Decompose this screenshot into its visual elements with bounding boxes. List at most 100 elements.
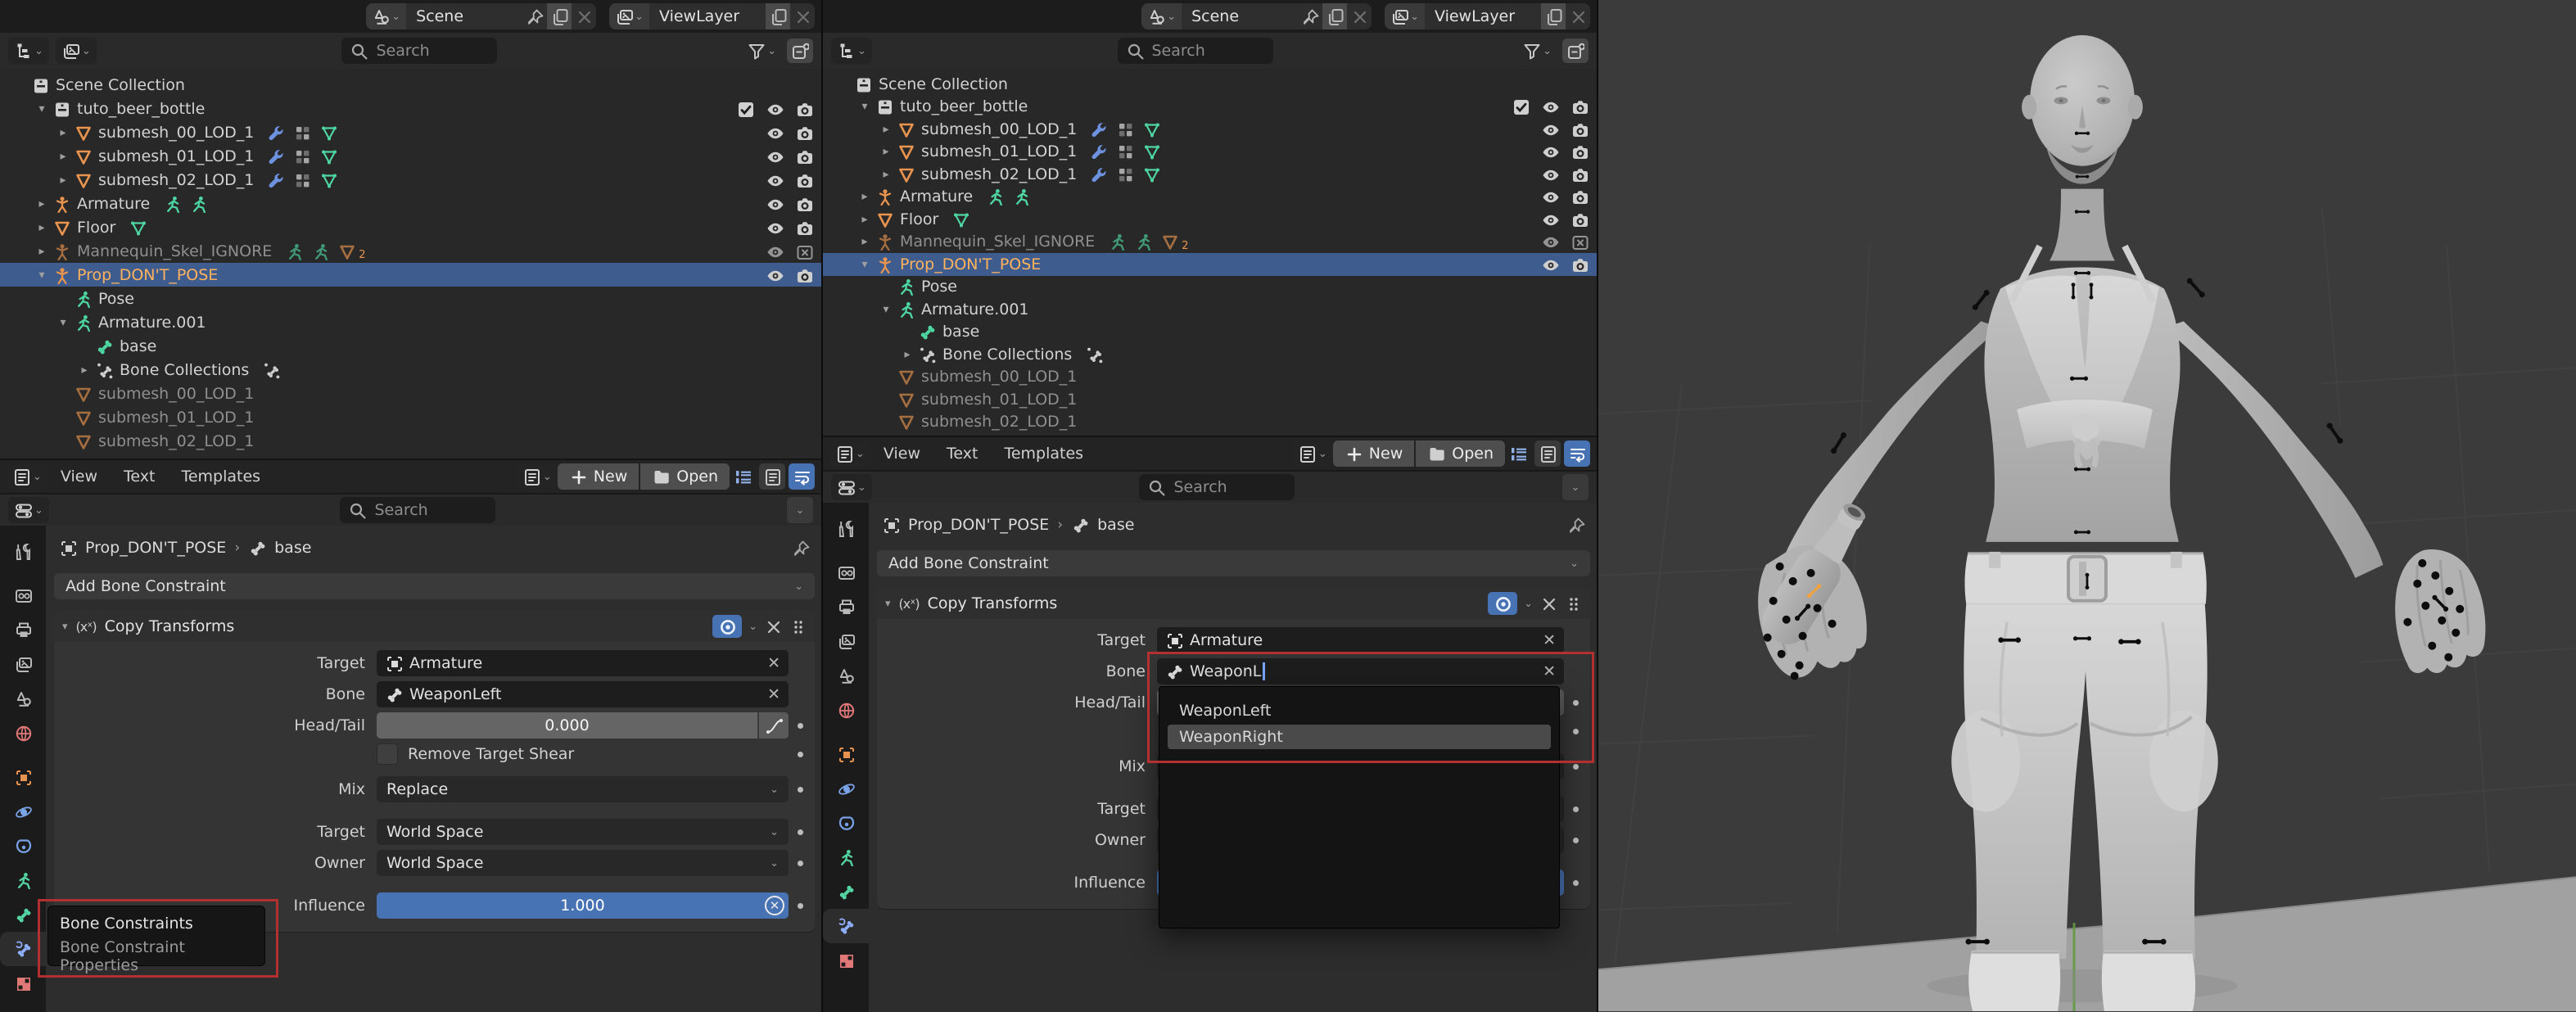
editor-type-outliner-button[interactable]: ⌄ xyxy=(831,38,872,64)
expander-icon[interactable]: ▸ xyxy=(875,145,897,158)
render-visibility-icon[interactable] xyxy=(795,266,813,284)
outliner-row-bone-collections[interactable]: ▸Bone Collections xyxy=(0,358,821,382)
hide-viewport-icon[interactable] xyxy=(766,147,784,165)
expander-icon[interactable]: ▸ xyxy=(31,197,52,210)
expander-icon[interactable]: ▸ xyxy=(875,123,897,136)
tab-render[interactable] xyxy=(823,555,869,590)
pin-icon[interactable] xyxy=(1298,3,1322,29)
pin-icon[interactable] xyxy=(522,3,547,29)
editor-type-properties-button[interactable]: ⌄ xyxy=(8,497,49,523)
viewlayer-selector[interactable]: ⌄ ViewLayer xyxy=(1385,3,1590,29)
breadcrumb-object[interactable]: Prop_DON'T_POSE xyxy=(85,539,226,557)
target-field[interactable]: Armature✕ xyxy=(1157,627,1564,653)
bone-field[interactable]: WeaponLeft✕ xyxy=(377,681,789,707)
animate-dot[interactable] xyxy=(1573,880,1579,886)
drag-handle-icon[interactable] xyxy=(1564,594,1582,612)
outliner-search[interactable] xyxy=(1118,38,1273,64)
outliner-filter-button[interactable]: ⌄ xyxy=(743,38,780,63)
animate-dot[interactable] xyxy=(1573,729,1579,734)
animate-dot[interactable] xyxy=(1573,700,1579,706)
outliner-row-submesh-00-lod-1[interactable]: ▸submesh_00_LOD_1 xyxy=(823,118,1597,141)
menu-view[interactable]: View xyxy=(870,445,933,463)
hide-viewport-icon[interactable] xyxy=(1541,120,1559,138)
unlink-scene-button[interactable] xyxy=(572,3,596,29)
clear-target-icon[interactable]: ✕ xyxy=(1534,631,1564,649)
breadcrumb-object[interactable]: Prop_DON'T_POSE xyxy=(908,516,1049,534)
collapse-chevron-icon[interactable]: ▾ xyxy=(62,621,68,633)
text-open-button[interactable]: Open xyxy=(640,463,730,490)
animate-dot[interactable] xyxy=(798,723,803,729)
menu-templates[interactable]: Templates xyxy=(991,445,1096,463)
constraint-extras-button[interactable]: ⌄ xyxy=(1524,598,1533,610)
expander-icon[interactable]: ▸ xyxy=(854,235,875,248)
render-visibility-icon[interactable] xyxy=(795,100,813,118)
expander-icon[interactable]: ▸ xyxy=(74,364,95,377)
head-tail-slider[interactable]: 0.000 xyxy=(377,712,789,739)
render-visibility-icon[interactable] xyxy=(795,219,813,237)
scene-browse-button[interactable]: ⌄ xyxy=(366,3,406,29)
constraint-enable-toggle[interactable] xyxy=(712,615,742,638)
new-collection-button[interactable] xyxy=(787,38,813,63)
clear-bone-icon[interactable]: ✕ xyxy=(1534,662,1564,680)
outliner-row-mannequin-skel-ignore[interactable]: ▸Mannequin_Skel_IGNORE2 xyxy=(0,239,821,263)
properties-search-input[interactable] xyxy=(1172,477,1281,497)
render-disabled-icon[interactable] xyxy=(1570,233,1589,251)
tab-texture[interactable] xyxy=(823,943,869,978)
tab-bone[interactable] xyxy=(0,897,46,932)
tab-object-constraints[interactable] xyxy=(823,806,869,840)
outliner-filter-button[interactable]: ⌄ xyxy=(1518,38,1556,63)
render-disabled-icon[interactable] xyxy=(795,242,813,260)
add-bone-constraint-button[interactable]: Add Bone Constraint⌄ xyxy=(54,573,815,599)
breadcrumb-bone[interactable]: base xyxy=(274,539,311,557)
text-datablock-browse-button[interactable]: ⌄ xyxy=(1292,440,1333,467)
bone-option-weaponright[interactable]: WeaponRight xyxy=(1168,725,1551,749)
tab-render[interactable] xyxy=(0,578,46,612)
expander-icon[interactable]: ▸ xyxy=(31,245,52,258)
drag-handle-icon[interactable] xyxy=(789,617,807,635)
editor-type-text-button[interactable]: ⌄ xyxy=(7,463,47,490)
hide-viewport-icon[interactable] xyxy=(1541,233,1559,251)
outliner-row-submesh-02-lod-1[interactable]: submesh_02_LOD_1 xyxy=(823,411,1597,434)
scene-browse-button[interactable]: ⌄ xyxy=(1141,3,1182,29)
line-numbers-toggle[interactable] xyxy=(1505,440,1531,467)
remove-viewlayer-button[interactable] xyxy=(1566,3,1590,29)
render-visibility-icon[interactable] xyxy=(1570,210,1589,228)
constraint-name[interactable]: Copy Transforms xyxy=(928,594,1058,612)
use-bbone-curve-toggle[interactable] xyxy=(757,712,789,739)
viewlayer-selector[interactable]: ⌄ ViewLayer xyxy=(609,3,815,29)
outliner-row-submesh-02-lod-1[interactable]: ▸submesh_02_LOD_1 xyxy=(823,163,1597,186)
outliner-row-scene-collection[interactable]: Scene Collection xyxy=(0,73,821,97)
syntax-highlight-toggle[interactable] xyxy=(759,463,785,490)
tab-view-layer[interactable] xyxy=(0,647,46,681)
bone-option-weaponleft[interactable]: WeaponLeft xyxy=(1168,698,1551,723)
hide-viewport-icon[interactable] xyxy=(1541,97,1559,115)
tab-view-layer[interactable] xyxy=(823,624,869,658)
tab-world[interactable] xyxy=(823,693,869,727)
outliner-row-prop-don-t-pose[interactable]: ▾Prop_DON'T_POSE xyxy=(0,263,821,287)
editor-type-properties-button[interactable]: ⌄ xyxy=(831,474,872,500)
tab-bone[interactable] xyxy=(823,874,869,909)
expander-icon[interactable]: ▾ xyxy=(875,303,897,316)
hide-viewport-icon[interactable] xyxy=(766,219,784,237)
influence-slider[interactable]: 1.000✕ xyxy=(377,892,789,919)
outliner-display-mode-button[interactable]: ⌄ xyxy=(56,38,97,64)
animate-dot[interactable] xyxy=(798,861,803,866)
constraint-delete-button[interactable] xyxy=(1539,594,1557,612)
constraint-panel-header[interactable]: ▾ (xˣ) Copy Transforms ⌄ xyxy=(877,588,1590,619)
breadcrumb-bone[interactable]: base xyxy=(1097,516,1134,534)
tab-tool[interactable] xyxy=(0,534,46,568)
hide-viewport-icon[interactable] xyxy=(766,266,784,284)
pin-id-button[interactable] xyxy=(1567,516,1585,534)
render-visibility-icon[interactable] xyxy=(1570,255,1589,273)
tab-bone-constraints[interactable] xyxy=(823,909,869,943)
hide-viewport-icon[interactable] xyxy=(766,124,784,142)
viewlayer-browse-button[interactable]: ⌄ xyxy=(609,3,649,29)
animate-dot[interactable] xyxy=(1573,838,1579,843)
bone-search-field[interactable]: WeaponL✕ xyxy=(1157,658,1564,684)
expander-icon[interactable]: ▸ xyxy=(875,168,897,181)
outliner-row-submesh-02-lod-1[interactable]: submesh_02_LOD_1 xyxy=(0,429,821,453)
viewlayer-browse-button[interactable]: ⌄ xyxy=(1385,3,1425,29)
word-wrap-toggle[interactable] xyxy=(1564,440,1590,467)
hide-viewport-icon[interactable] xyxy=(766,171,784,189)
hide-viewport-icon[interactable] xyxy=(766,242,784,260)
